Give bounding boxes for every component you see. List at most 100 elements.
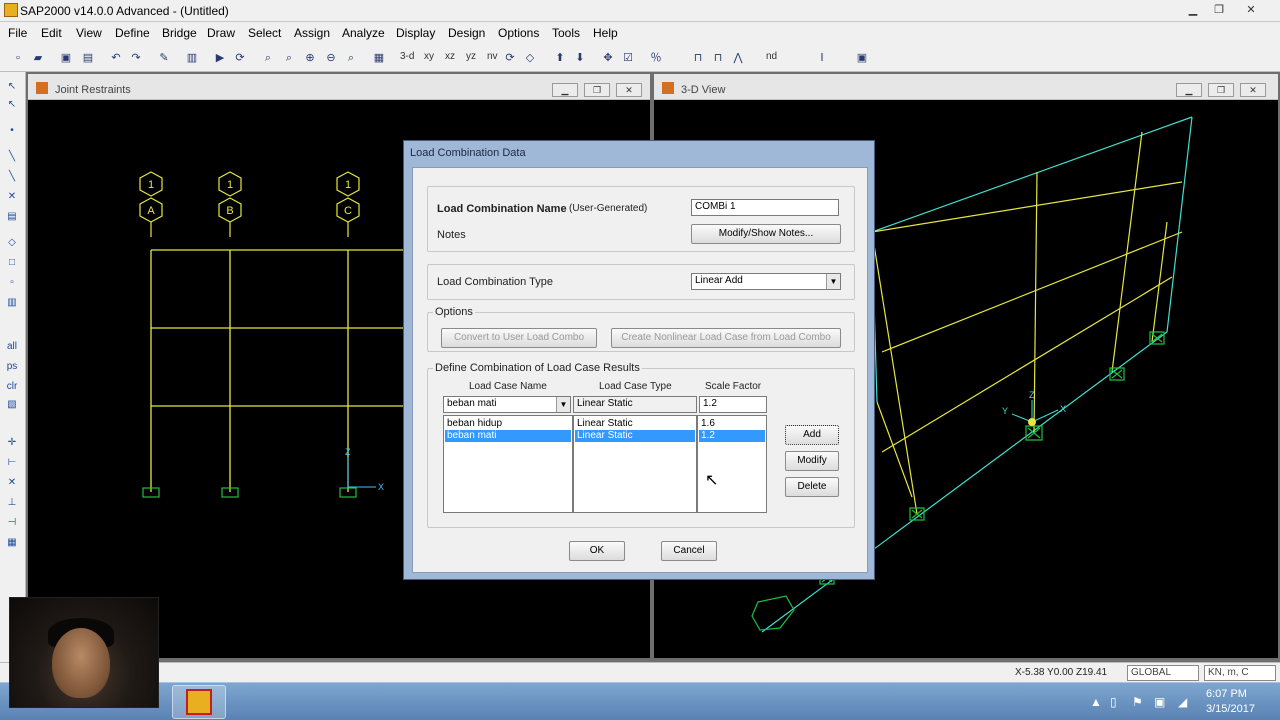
- load-combination-dialog[interactable]: Load Combination Data Load Combination N…: [403, 140, 875, 580]
- maximize-button[interactable]: ❐: [1206, 2, 1232, 18]
- run-icon[interactable]: ▶: [212, 50, 228, 66]
- menu-analyze[interactable]: Analyze: [342, 26, 385, 40]
- delete-button[interactable]: Delete: [785, 477, 839, 497]
- undo-icon[interactable]: ↶: [108, 50, 124, 66]
- lock-icon[interactable]: ▥: [184, 50, 200, 66]
- cancel-button[interactable]: Cancel: [661, 541, 717, 561]
- redo-icon[interactable]: ↷: [128, 50, 144, 66]
- menu-define[interactable]: Define: [115, 26, 150, 40]
- case-type-list[interactable]: Linear Static Linear Static: [573, 415, 697, 513]
- menu-options[interactable]: Options: [498, 26, 539, 40]
- view-yz-button[interactable]: yz: [466, 51, 476, 62]
- clear-selection-button[interactable]: clr: [4, 380, 20, 394]
- nd-button[interactable]: nd: [766, 51, 777, 62]
- menu-edit[interactable]: Edit: [41, 26, 62, 40]
- chevron-down-icon[interactable]: ▼: [826, 274, 840, 289]
- up-arrow-icon[interactable]: ⬆: [552, 50, 568, 66]
- display-options-icon[interactable]: ▣: [854, 50, 870, 66]
- case-name-list[interactable]: beban hidup beban mati: [443, 415, 573, 513]
- menu-file[interactable]: File: [8, 26, 27, 40]
- clock-date[interactable]: 3/15/2017: [1206, 703, 1255, 715]
- zoom-window-icon[interactable]: ⌕: [260, 50, 276, 66]
- view-xz-button[interactable]: xz: [445, 51, 455, 62]
- pencil-icon[interactable]: ✎: [156, 50, 172, 66]
- menu-view[interactable]: View: [76, 26, 102, 40]
- percent-icon[interactable]: ％: [648, 50, 664, 66]
- list-item[interactable]: Linear Static: [575, 430, 695, 442]
- zoom-restore-icon[interactable]: ⌕: [281, 50, 297, 66]
- modify-notes-button[interactable]: Modify/Show Notes...: [691, 224, 841, 244]
- draw-brace-icon[interactable]: ✕: [4, 190, 20, 204]
- zoom-out-icon[interactable]: ⊖: [323, 50, 339, 66]
- perspective-icon[interactable]: ◇: [522, 50, 538, 66]
- tray-expand-icon[interactable]: ▲: [1090, 695, 1102, 709]
- snap-perp-icon[interactable]: ⊥: [4, 496, 20, 510]
- ok-button[interactable]: OK: [569, 541, 625, 561]
- previous-selection-button[interactable]: ps: [4, 360, 20, 374]
- view-3d-button[interactable]: 3-d: [400, 51, 414, 62]
- menu-draw[interactable]: Draw: [207, 26, 235, 40]
- list-item[interactable]: 1.6: [699, 418, 765, 430]
- check-icon[interactable]: ☑: [620, 50, 636, 66]
- list-item[interactable]: beban hidup: [445, 418, 571, 430]
- tray-device-icon[interactable]: ▯: [1110, 695, 1117, 709]
- left-restore-button[interactable]: ❐: [584, 83, 610, 97]
- move-icon[interactable]: ✥: [600, 50, 616, 66]
- menu-display[interactable]: Display: [396, 26, 435, 40]
- down-arrow-icon[interactable]: ⬇: [572, 50, 588, 66]
- left-close-button[interactable]: ✕: [616, 83, 642, 97]
- intersect-icon[interactable]: ▧: [4, 398, 20, 412]
- snap-grid-icon[interactable]: ▦: [4, 536, 20, 550]
- snap-ends-icon[interactable]: ⊢: [4, 456, 20, 470]
- coord-system-select[interactable]: GLOBAL: [1127, 665, 1199, 681]
- frame-icon[interactable]: ⊓: [690, 50, 706, 66]
- draw-joint-icon[interactable]: •: [4, 124, 20, 138]
- close-button[interactable]: ✕: [1238, 2, 1264, 18]
- brace-icon[interactable]: ⋀: [730, 50, 746, 66]
- combo-type-select[interactable]: Linear Add ▼: [691, 273, 841, 290]
- frame-double-icon[interactable]: ⊓: [710, 50, 726, 66]
- scale-factor-list[interactable]: 1.6 1.2: [697, 415, 767, 513]
- tray-volume-icon[interactable]: ◢: [1178, 695, 1187, 709]
- case-name-select[interactable]: beban mati ▼: [443, 396, 571, 413]
- tray-flag-icon[interactable]: ⚑: [1132, 695, 1143, 709]
- draw-poly-icon[interactable]: ◇: [4, 236, 20, 250]
- refresh-icon[interactable]: ⟳: [232, 50, 248, 66]
- draw-frame2-icon[interactable]: ╲: [4, 170, 20, 184]
- minimize-button[interactable]: ▁: [1180, 2, 1206, 18]
- chevron-down-icon[interactable]: ▼: [556, 397, 570, 412]
- view-xy-button[interactable]: xy: [424, 51, 434, 62]
- left-minimize-button[interactable]: ▁: [552, 83, 578, 97]
- menu-design[interactable]: Design: [448, 26, 485, 40]
- draw-solid-icon[interactable]: ▥: [4, 296, 20, 310]
- list-item[interactable]: Linear Static: [575, 418, 695, 430]
- pointer-icon[interactable]: ↖: [4, 80, 20, 94]
- reshape-icon[interactable]: ↖: [4, 98, 20, 112]
- print-icon[interactable]: ▤: [80, 50, 96, 66]
- open-folder-icon[interactable]: ▰: [30, 50, 46, 66]
- scale-factor-input[interactable]: 1.2: [699, 396, 767, 413]
- show-all-icon[interactable]: ▦: [371, 50, 387, 66]
- right-minimize-button[interactable]: ▁: [1176, 83, 1202, 97]
- taskbar-sap2000-button[interactable]: [172, 685, 226, 719]
- combo-name-input[interactable]: COMBi 1: [691, 199, 839, 216]
- menu-select[interactable]: Select: [248, 26, 281, 40]
- draw-area-icon[interactable]: ▫: [4, 276, 20, 290]
- snap-intersect-icon[interactable]: ✕: [4, 476, 20, 490]
- right-close-button[interactable]: ✕: [1240, 83, 1266, 97]
- draw-frame-icon[interactable]: ╲: [4, 150, 20, 164]
- snap-lines-icon[interactable]: ⊣: [4, 516, 20, 530]
- clock-time[interactable]: 6:07 PM: [1206, 688, 1247, 700]
- create-nonlinear-case-button[interactable]: Create Nonlinear Load Case from Load Com…: [611, 328, 841, 348]
- list-item[interactable]: 1.2: [699, 430, 765, 442]
- menu-help[interactable]: Help: [593, 26, 618, 40]
- select-all-button[interactable]: all: [4, 340, 20, 354]
- tray-network-icon[interactable]: ▣: [1154, 695, 1165, 709]
- new-file-icon[interactable]: ▫: [10, 50, 26, 66]
- convert-user-combo-button[interactable]: Convert to User Load Combo: [441, 328, 597, 348]
- list-item[interactable]: beban mati: [445, 430, 571, 442]
- snap-joints-icon[interactable]: ✛: [4, 436, 20, 450]
- pan-icon[interactable]: ⌕: [343, 50, 359, 66]
- modify-button[interactable]: Modify: [785, 451, 839, 471]
- units-select[interactable]: KN, m, C: [1204, 665, 1276, 681]
